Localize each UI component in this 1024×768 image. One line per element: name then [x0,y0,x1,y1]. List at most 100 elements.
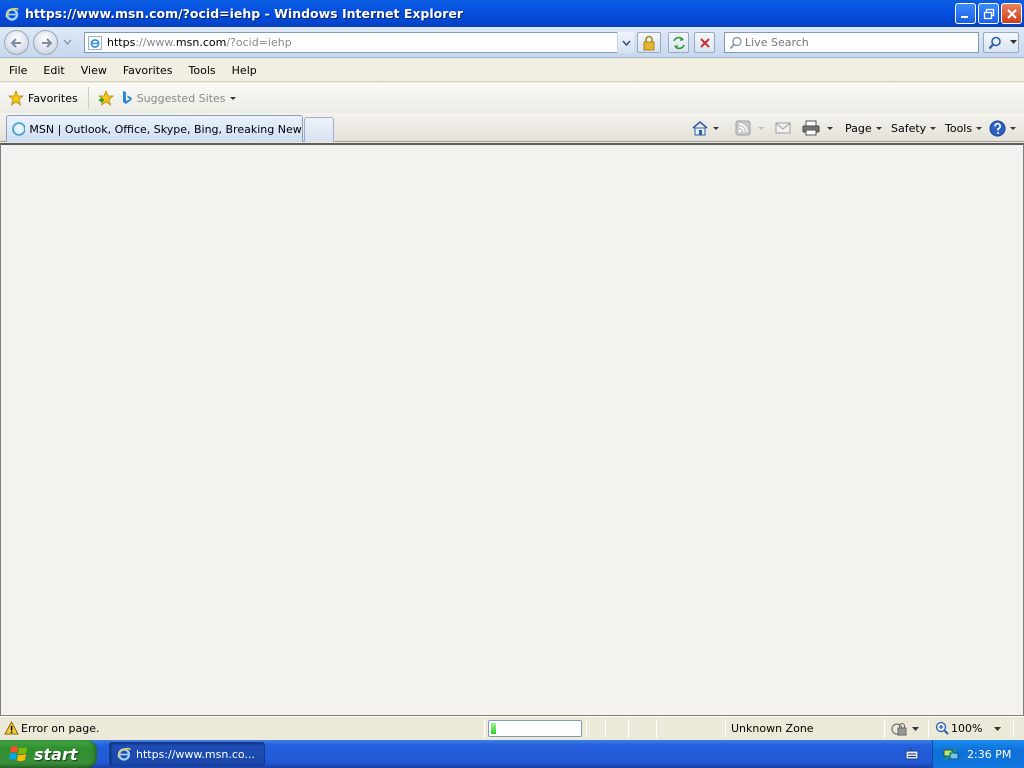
page-caret-icon [875,126,882,130]
address-url[interactable]: https://www.msn.com/?ocid=iehp [107,36,292,49]
home-button[interactable] [691,118,719,138]
favorites-star-icon [8,90,24,106]
warning-icon[interactable] [4,721,19,735]
windows-logo-icon [9,746,27,762]
stop-button[interactable] [694,32,715,53]
taskbar-item-ie[interactable]: https://www.msn.co... [109,742,265,766]
help-caret-icon[interactable] [1010,126,1016,130]
favorites-label: Favorites [28,91,78,105]
address-bar[interactable]: https://www.msn.com/?ocid=iehp [84,32,634,53]
close-button[interactable] [1001,3,1022,24]
lock-icon [643,35,655,50]
page-content-area[interactable] [0,143,1024,716]
tools-caret-icon [976,126,983,130]
keyboard-tray-icon[interactable] [905,747,919,761]
home-caret-icon[interactable] [713,126,719,130]
protected-mode-icon[interactable] [891,722,907,736]
status-divider [628,719,629,738]
minimize-button[interactable] [955,3,976,24]
taskbar-item-label: https://www.msn.co... [136,747,255,761]
taskbar: start https://www.msn.co... 2:36 PM [0,740,1024,768]
zoom-caret-icon[interactable] [994,727,1001,732]
address-dropdown-button[interactable] [617,32,634,53]
network-tray-icon[interactable] [943,746,959,762]
search-go-button[interactable] [983,32,1019,53]
suggested-sites-caret-icon [229,96,236,100]
printer-icon [802,120,820,136]
status-divider [605,719,606,738]
print-caret-icon[interactable] [827,126,833,130]
status-bar: Error on page. Unknown Zone 100% [0,716,1024,740]
feeds-button[interactable] [735,118,764,138]
feeds-caret-icon[interactable] [758,126,764,130]
home-icon [692,120,708,136]
zoom-level-text[interactable]: 100% [951,722,982,735]
security-zone-text[interactable]: Unknown Zone [731,722,814,735]
tools-menu-button[interactable]: Tools [945,118,983,138]
read-mail-button[interactable] [775,118,791,138]
start-button[interactable]: start [0,740,97,768]
chevron-down-icon [621,40,631,46]
stop-x-icon [699,37,710,48]
tab-msn[interactable]: MSN | Outlook, Office, Skype, Bing, Brea… [6,115,303,142]
status-divider [1013,719,1014,738]
bing-icon [122,91,132,104]
progress-bar [488,720,582,737]
start-label: start [34,744,78,764]
forward-arrow-icon [41,37,52,48]
minimize-icon [961,16,968,18]
search-input[interactable] [745,36,965,49]
menu-view[interactable]: View [73,59,115,82]
refresh-button[interactable] [668,32,689,53]
status-divider [884,719,885,738]
menu-favorites[interactable]: Favorites [115,59,181,82]
zoom-magnifier-icon[interactable] [935,721,949,736]
add-to-favorites-icon[interactable] [97,90,115,106]
favorites-button[interactable]: Favorites [2,86,84,110]
status-divider [656,719,657,738]
safety-menu-button[interactable]: Safety [891,118,937,138]
suggested-sites-button[interactable]: Suggested Sites [121,90,236,106]
ie-logo-icon [5,7,19,21]
restore-button[interactable] [978,3,999,24]
help-icon [989,120,1006,136]
favorites-bar: Favorites Suggested Sites [0,83,1024,113]
status-divider [586,719,587,738]
status-divider [484,719,485,738]
search-box[interactable] [724,32,979,53]
menu-edit[interactable]: Edit [35,59,72,82]
menu-tools[interactable]: Tools [181,59,224,82]
clock: 2:36 PM [967,747,1012,761]
title-bar[interactable]: https://www.msn.com/?ocid=iehp - Windows… [0,0,1024,27]
search-magnifier-icon [729,36,742,50]
ie-taskbar-icon [117,747,131,761]
safety-menu-label: Safety [891,121,927,135]
tools-menu-label: Tools [945,121,973,135]
menu-help[interactable]: Help [224,59,265,82]
restore-icon [983,8,994,19]
recent-pages-chevron-icon[interactable] [63,39,72,45]
close-icon [1006,8,1017,19]
page-menu-button[interactable]: Page [845,118,882,138]
menu-file[interactable]: File [0,59,35,82]
page-menu-label: Page [845,121,872,135]
search-options-chevron-icon[interactable] [1010,40,1017,45]
window-title: https://www.msn.com/?ocid=iehp - Windows… [25,6,464,21]
progress-fill [491,723,496,734]
status-text: Error on page. [21,722,100,735]
new-tab-button[interactable] [304,117,334,142]
forward-button[interactable] [33,30,58,55]
print-button[interactable] [802,118,833,138]
status-divider [725,719,726,738]
mail-icon [775,122,791,134]
address-toolbar: https://www.msn.com/?ocid=iehp [0,27,1024,58]
favorites-separator [87,87,89,109]
suggested-sites-label: Suggested Sites [136,91,226,105]
status-divider [928,719,929,738]
back-button[interactable] [4,30,29,55]
protected-mode-caret-icon[interactable] [912,727,919,732]
search-icon [988,36,1001,49]
security-lock-button[interactable] [637,32,661,53]
help-button[interactable] [989,118,1016,138]
menu-bar: File Edit View Favorites Tools Help [0,59,1024,82]
